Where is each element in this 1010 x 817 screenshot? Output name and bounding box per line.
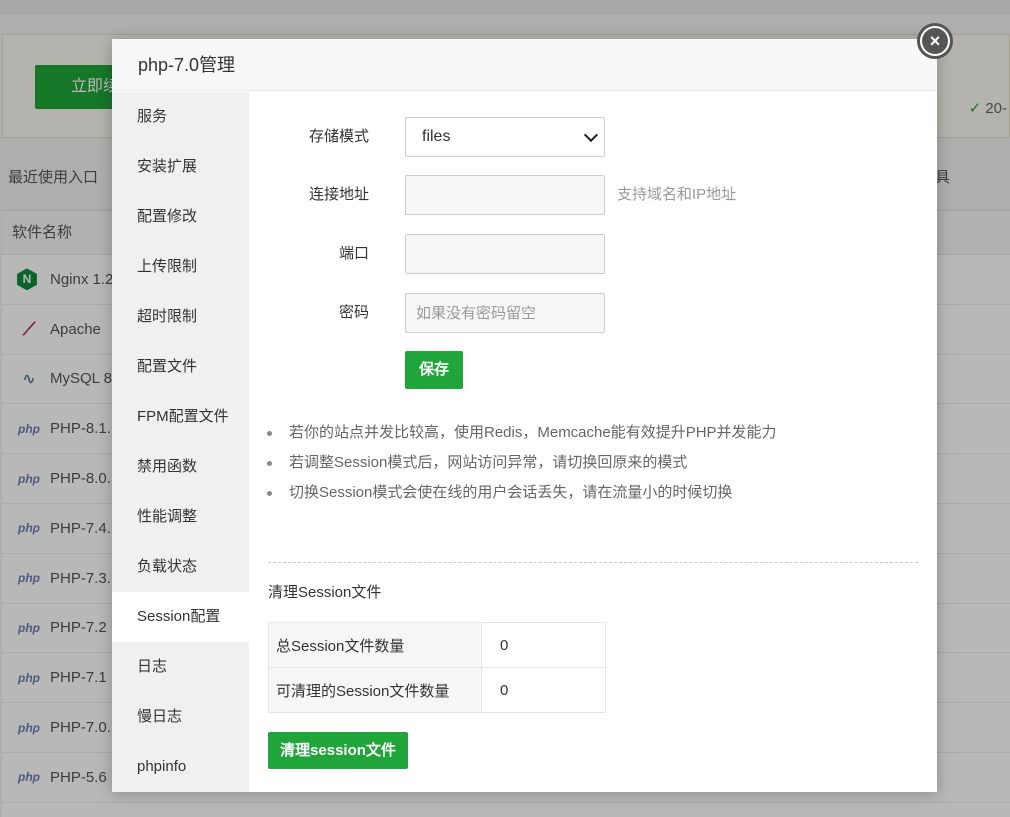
storage-mode-label: 存储模式 bbox=[308, 128, 369, 145]
password-input[interactable] bbox=[405, 293, 605, 333]
close-icon: × bbox=[922, 28, 948, 54]
sidebar-item-upload-limit[interactable]: 上传限制 bbox=[112, 242, 249, 292]
sidebar-item-log[interactable]: 日志 bbox=[112, 642, 249, 692]
port-row: 端口 bbox=[249, 234, 937, 274]
dialog-sidebar: 服务 安装扩展 配置修改 上传限制 超时限制 配置文件 FPM配置文件 禁用函数… bbox=[112, 92, 249, 792]
address-hint: 支持域名和IP地址 bbox=[617, 186, 737, 203]
sidebar-item-session-config[interactable]: Session配置 bbox=[112, 592, 249, 642]
list-item: 切换Session模式会使在线的用户会话丢失，请在流量小的时候切换 bbox=[265, 478, 915, 508]
save-button[interactable]: 保存 bbox=[405, 351, 463, 389]
table-row: 可清理的Session文件数量 0 bbox=[268, 667, 606, 713]
storage-mode-select[interactable]: files bbox=[405, 117, 605, 157]
sidebar-item-service[interactable]: 服务 bbox=[112, 92, 249, 142]
sidebar-item-performance[interactable]: 性能调整 bbox=[112, 492, 249, 542]
cleanable-session-value: 0 bbox=[481, 667, 606, 713]
divider bbox=[268, 562, 918, 563]
address-label: 连接地址 bbox=[308, 186, 369, 203]
storage-mode-row: 存储模式 files bbox=[249, 117, 937, 157]
clean-session-title: 清理Session文件 bbox=[268, 584, 382, 601]
list-item: 若调整Session模式后，网站访问异常，请切换回原来的模式 bbox=[265, 448, 915, 478]
chevron-down-icon bbox=[583, 127, 599, 143]
sidebar-item-config-modify[interactable]: 配置修改 bbox=[112, 192, 249, 242]
password-label: 密码 bbox=[338, 304, 369, 321]
password-row: 密码 bbox=[249, 293, 937, 333]
port-label: 端口 bbox=[338, 245, 369, 262]
sidebar-item-config-file[interactable]: 配置文件 bbox=[112, 342, 249, 392]
sidebar-item-phpinfo[interactable]: phpinfo bbox=[112, 742, 249, 792]
sidebar-item-install-extension[interactable]: 安装扩展 bbox=[112, 142, 249, 192]
sidebar-item-slow-log[interactable]: 慢日志 bbox=[112, 692, 249, 742]
session-stats-table: 总Session文件数量 0 可清理的Session文件数量 0 bbox=[268, 622, 606, 713]
php-manage-dialog: php-7.0管理 服务 安装扩展 配置修改 上传限制 超时限制 配置文件 FP… bbox=[112, 39, 937, 792]
session-config-panel: 存储模式 files 连接地址 支持域名和IP地址 端口 密码 保存 若你的站点… bbox=[249, 92, 937, 792]
port-input[interactable] bbox=[405, 234, 605, 274]
sidebar-item-load-status[interactable]: 负载状态 bbox=[112, 542, 249, 592]
storage-mode-value: files bbox=[422, 128, 451, 145]
cleanable-session-label: 可清理的Session文件数量 bbox=[268, 667, 482, 713]
total-session-label: 总Session文件数量 bbox=[268, 622, 482, 668]
total-session-value: 0 bbox=[481, 622, 606, 668]
sidebar-item-timeout-limit[interactable]: 超时限制 bbox=[112, 292, 249, 342]
address-input[interactable] bbox=[405, 175, 605, 215]
close-button[interactable]: × bbox=[917, 23, 953, 59]
tips-list: 若你的站点并发比较高，使用Redis，Memcache能有效提升PHP并发能力 … bbox=[265, 418, 915, 508]
address-row: 连接地址 支持域名和IP地址 bbox=[249, 175, 937, 215]
sidebar-item-fpm-config[interactable]: FPM配置文件 bbox=[112, 392, 249, 442]
dialog-title: php-7.0管理 bbox=[112, 39, 937, 91]
sidebar-item-disabled-functions[interactable]: 禁用函数 bbox=[112, 442, 249, 492]
list-item: 若你的站点并发比较高，使用Redis，Memcache能有效提升PHP并发能力 bbox=[265, 418, 915, 448]
clean-session-button[interactable]: 清理session文件 bbox=[268, 732, 408, 769]
table-row: 总Session文件数量 0 bbox=[268, 622, 606, 668]
